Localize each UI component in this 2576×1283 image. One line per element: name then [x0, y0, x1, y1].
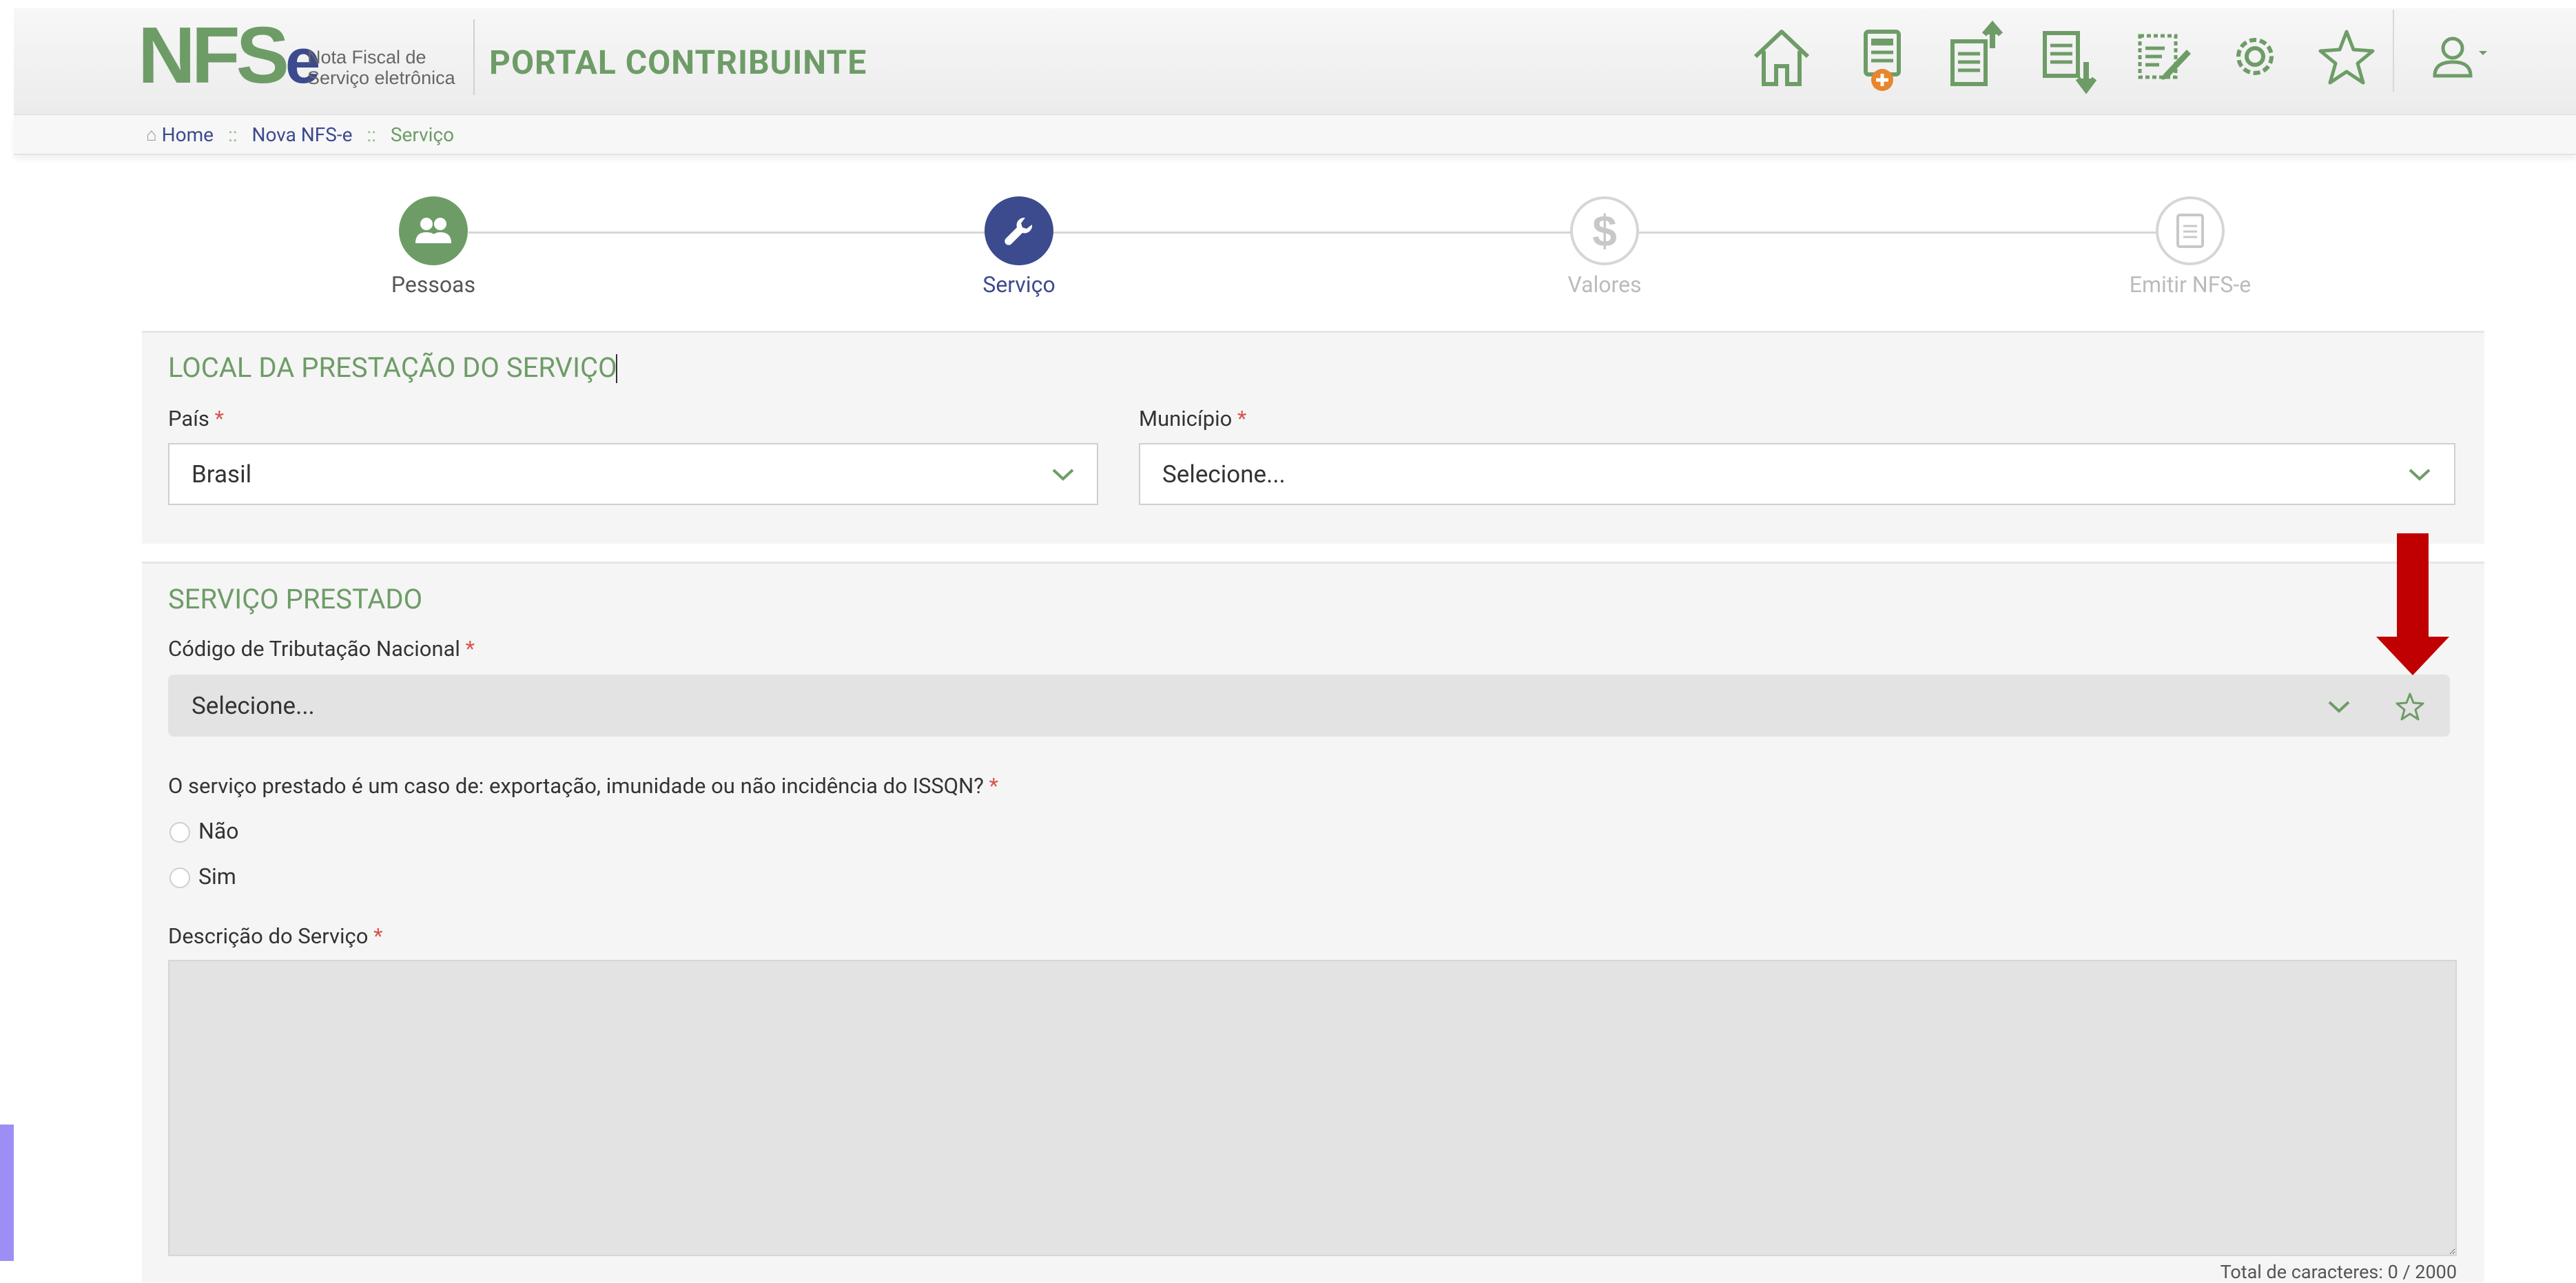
favorite-star-icon[interactable]: [2395, 691, 2425, 721]
text-cursor: [616, 354, 617, 383]
favorites-icon[interactable]: [2314, 21, 2380, 94]
step-servico[interactable]: [985, 196, 1053, 265]
descricao-textarea[interactable]: [168, 960, 2457, 1256]
step-label-servico: Serviço: [982, 271, 1055, 298]
pais-value: Brasil: [192, 460, 252, 489]
app-header: NFSe Nota Fiscal de Serviço eletrônica P…: [14, 8, 2576, 115]
logo-text: NFS: [138, 10, 289, 100]
descricao-label: Descrição do Serviço *: [168, 923, 383, 949]
breadcrumb-nova-nfse[interactable]: Nova NFS-e: [252, 123, 353, 146]
settings-icon[interactable]: [2222, 21, 2288, 94]
pais-select[interactable]: Brasil: [168, 443, 1098, 505]
step-pessoas[interactable]: [399, 196, 468, 265]
chevron-down-icon: [2328, 701, 2350, 713]
codigo-label: Código de Tributação Nacional *: [168, 636, 475, 661]
chevron-down-icon: [2409, 469, 2431, 481]
char-counter: Total de caracteres: 0 / 2000: [2220, 1261, 2457, 1283]
codigo-value: Selecione...: [192, 691, 315, 720]
logo-subtitle: Nota Fiscal de Serviço eletrônica: [307, 47, 455, 88]
side-tab[interactable]: [0, 1125, 14, 1261]
new-nfse-icon[interactable]: [1849, 21, 1915, 94]
local-section-title: LOCAL DA PRESTAÇÃO DO SERVIÇO: [168, 351, 617, 384]
edit-notes-icon[interactable]: [2129, 21, 2195, 94]
radio-nao-label[interactable]: Não: [198, 818, 238, 844]
issued-notes-icon[interactable]: [1943, 20, 2009, 94]
logo-subtitle-line1: Nota Fiscal de: [307, 47, 426, 68]
issqn-question: O serviço prestado é um caso de: exporta…: [168, 773, 998, 799]
header-divider: [2393, 10, 2394, 92]
codigo-label-text: Código de Tributação Nacional: [168, 636, 460, 661]
steps-track: [468, 232, 2191, 234]
nfse-logo[interactable]: NFSe: [138, 14, 320, 103]
municipio-label-text: Município: [1139, 406, 1233, 431]
people-icon: [415, 218, 451, 243]
pais-label-text: País: [168, 406, 209, 431]
municipio-select[interactable]: Selecione...: [1139, 443, 2455, 505]
step-emitir[interactable]: [2156, 196, 2225, 265]
step-valores[interactable]: $: [1570, 196, 1639, 265]
issqn-question-text: O serviço prestado é um caso de: exporta…: [168, 773, 984, 799]
breadcrumb: ⌂ Home :: Nova NFS-e :: Serviço: [14, 115, 2576, 155]
breadcrumb-servico: Serviço: [390, 123, 455, 147]
required-mark: *: [214, 406, 224, 431]
step-label-pessoas: Pessoas: [391, 271, 476, 298]
logo-divider: [473, 19, 475, 95]
pais-label: País *: [168, 406, 224, 431]
step-label-emitir: Emitir NFS-e: [2129, 271, 2252, 298]
required-mark: *: [465, 636, 475, 661]
breadcrumb-home[interactable]: Home: [162, 123, 214, 146]
codigo-select[interactable]: Selecione...: [168, 675, 2450, 737]
step-label-valores: Valores: [1567, 271, 1642, 298]
radio-sim[interactable]: [169, 868, 190, 888]
received-notes-icon[interactable]: [2035, 21, 2101, 94]
home-crumb-icon: ⌂: [146, 125, 157, 146]
descricao-label-text: Descrição do Serviço: [168, 923, 369, 949]
required-mark: *: [1237, 406, 1247, 431]
dollar-icon: $: [1592, 206, 1617, 256]
portal-title: PORTAL CONTRIBUINTE: [489, 43, 867, 82]
municipio-value: Selecione...: [1162, 460, 1286, 489]
breadcrumb-separator: ::: [367, 123, 376, 147]
chevron-down-icon: [1052, 469, 1074, 481]
home-icon[interactable]: [1749, 21, 1815, 94]
breadcrumb-separator: ::: [227, 123, 238, 147]
wrench-icon: [1004, 217, 1033, 245]
logo-subtitle-line2: Serviço eletrônica: [307, 68, 455, 88]
municipio-label: Município *: [1139, 406, 1246, 431]
servico-section-title: SERVIÇO PRESTADO: [168, 583, 423, 615]
radio-sim-label[interactable]: Sim: [198, 863, 236, 890]
required-mark: *: [373, 923, 383, 949]
radio-nao[interactable]: [169, 822, 190, 843]
user-icon[interactable]: [2425, 21, 2491, 94]
red-arrow-annotation-icon: [2376, 533, 2449, 675]
required-mark: *: [989, 773, 998, 799]
document-icon: [2176, 214, 2204, 248]
